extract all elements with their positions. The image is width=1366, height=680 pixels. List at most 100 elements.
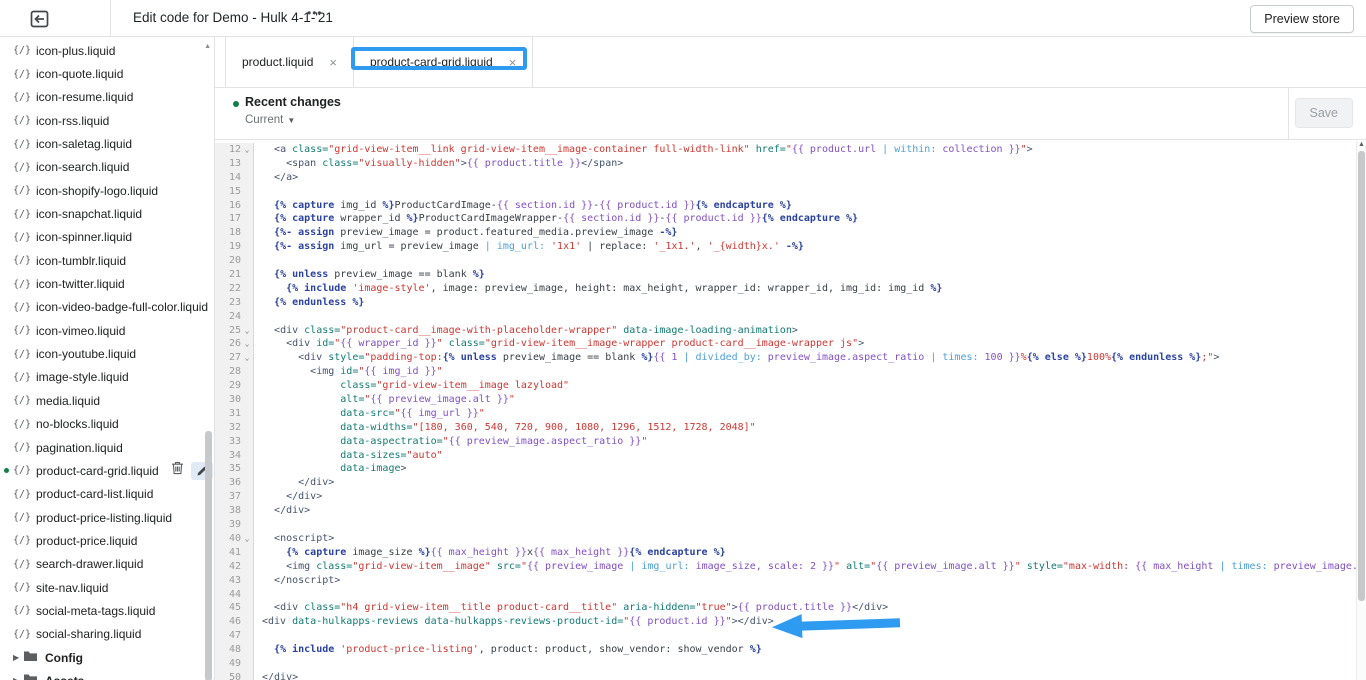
sidebar-folder-config[interactable]: ▶ Config bbox=[0, 646, 214, 669]
code-line[interactable]: 15 bbox=[215, 184, 1366, 199]
code-line[interactable]: 33 data-aspectratio="{{ preview_image.as… bbox=[215, 434, 1366, 449]
sidebar-item-icon-tumblr[interactable]: {/} icon-tumblr.liquid bbox=[0, 249, 214, 272]
sidebar-item-image-style[interactable]: {/} image-style.liquid bbox=[0, 366, 214, 389]
code-line[interactable]: 43 </noscript> bbox=[215, 573, 1366, 588]
line-number: 21 bbox=[215, 268, 241, 282]
code-line[interactable]: 20 bbox=[215, 254, 1366, 269]
code-line[interactable]: 21 {% unless preview_image == blank %} bbox=[215, 268, 1366, 282]
code-line[interactable]: 12 ⌄ <a class="grid-view-item__link grid-… bbox=[215, 143, 1366, 157]
code-line[interactable]: 23 {% endunless %} bbox=[215, 295, 1366, 310]
sidebar-item-product-card-list[interactable]: {/} product-card-list.liquid bbox=[0, 483, 214, 506]
sidebar-item-icon-search[interactable]: {/} icon-search.liquid bbox=[0, 156, 214, 179]
sidebar-item-icon-quote[interactable]: {/} icon-quote.liquid bbox=[0, 62, 214, 85]
code-line[interactable]: 49 bbox=[215, 656, 1366, 671]
code-line[interactable]: 38 </div> bbox=[215, 504, 1366, 519]
code-scrollbar-thumb[interactable] bbox=[1358, 151, 1365, 601]
code-line[interactable]: 44 bbox=[215, 587, 1366, 602]
tab-product-card-grid[interactable]: product-card-grid.liquid × bbox=[352, 37, 534, 87]
code-line[interactable]: 46 <div data-hulkapps-reviews data-hulkap… bbox=[215, 615, 1366, 630]
code-line[interactable]: 45 <div class="h4 grid-view-item__title … bbox=[215, 601, 1366, 616]
sidebar-item-social-sharing[interactable]: {/} social-sharing.liquid bbox=[0, 623, 214, 646]
save-button[interactable]: Save bbox=[1294, 98, 1353, 128]
sidebar-item-icon-shopify-logo[interactable]: {/} icon-shopify-logo.liquid bbox=[0, 179, 214, 202]
sidebar-item-search-drawer[interactable]: {/} search-drawer.liquid bbox=[0, 553, 214, 576]
close-icon[interactable]: × bbox=[329, 55, 337, 70]
code-line[interactable]: 36 </div> bbox=[215, 476, 1366, 491]
folder-name: Config bbox=[45, 650, 83, 665]
fold-arrow-icon[interactable]: ⌄ bbox=[241, 531, 254, 546]
fold-gutter bbox=[241, 518, 254, 532]
code-line[interactable]: 26 ⌄ <div id="{{ wrapper_id }}" class="gr… bbox=[215, 337, 1366, 352]
code-line[interactable]: 18 {%- assign preview_image = product.fe… bbox=[215, 226, 1366, 241]
code-line[interactable]: 32 data-widths="[180, 360, 540, 720, 900… bbox=[215, 420, 1366, 435]
code-line[interactable]: 40 ⌄ <noscript> bbox=[215, 531, 1366, 546]
code-line[interactable]: 27 ⌄ <div style="padding-top:{% unless pr… bbox=[215, 351, 1366, 366]
sidebar-item-product-price-listing[interactable]: {/} product-price-listing.liquid bbox=[0, 506, 214, 529]
fold-arrow-icon[interactable]: ⌄ bbox=[241, 143, 254, 157]
delete-file-icon[interactable] bbox=[171, 461, 184, 480]
more-actions-icon[interactable]: ••• bbox=[307, 6, 323, 20]
code-line[interactable]: 47 bbox=[215, 629, 1366, 644]
sidebar-item-icon-saletag[interactable]: {/} icon-saletag.liquid bbox=[0, 132, 214, 155]
code-line[interactable]: 25 ⌄ <div class="product-card__image-with… bbox=[215, 323, 1366, 338]
sidebar-item-media[interactable]: {/} media.liquid bbox=[0, 389, 214, 412]
fold-gutter bbox=[241, 365, 254, 380]
code-line[interactable]: 16 {% capture img_id %}ProductCardImage-… bbox=[215, 198, 1366, 213]
line-number: 13 bbox=[215, 156, 241, 171]
fold-gutter bbox=[241, 573, 254, 588]
sidebar-item-icon-plus[interactable]: {/} icon-plus.liquid bbox=[0, 39, 214, 62]
close-icon[interactable]: × bbox=[509, 55, 517, 70]
code-line[interactable]: 29 class="grid-view-item__image lazyload… bbox=[215, 379, 1366, 394]
tab-label: product.liquid bbox=[242, 55, 314, 69]
code-line[interactable]: 30 alt="{{ preview_image.alt }}" bbox=[215, 393, 1366, 407]
code-line[interactable]: 39 bbox=[215, 518, 1366, 532]
sidebar-item-icon-snapchat[interactable]: {/} icon-snapchat.liquid bbox=[0, 202, 214, 225]
code-line[interactable]: 41 {% capture image_size %}{{ max_height… bbox=[215, 545, 1366, 560]
fold-arrow-icon[interactable]: ⌄ bbox=[241, 351, 254, 366]
sidebar-item-site-nav[interactable]: {/} site-nav.liquid bbox=[0, 576, 214, 599]
code-line[interactable]: 13 <span class="visually-hidden">{{ prod… bbox=[215, 156, 1366, 171]
code-line[interactable]: 24 bbox=[215, 309, 1366, 324]
code-line[interactable]: 50 </div> bbox=[215, 670, 1366, 680]
sidebar-item-product-card-grid[interactable]: {/} product-card-grid.liquid bbox=[0, 459, 214, 482]
tab-product[interactable]: product.liquid × bbox=[225, 37, 354, 87]
sidebar-item-icon-youtube[interactable]: {/} icon-youtube.liquid bbox=[0, 342, 214, 365]
sidebar-item-no-blocks[interactable]: {/} no-blocks.liquid bbox=[0, 413, 214, 436]
sidebar-folder-assets[interactable]: ▶ Assets bbox=[0, 669, 214, 680]
exit-icon[interactable] bbox=[28, 7, 52, 31]
code-line[interactable]: 17 {% capture wrapper_id %}ProductCardIm… bbox=[215, 212, 1366, 227]
sidebar-scrollbar[interactable] bbox=[205, 431, 212, 680]
code-line[interactable]: 37 </div> bbox=[215, 490, 1366, 505]
code-line[interactable]: 19 {%- assign img_url = preview_image | … bbox=[215, 240, 1366, 255]
sidebar-item-product-price[interactable]: {/} product-price.liquid bbox=[0, 529, 214, 552]
code-line[interactable]: 14 </a> bbox=[215, 170, 1366, 185]
code-line[interactable]: 28 <img id="{{ img_id }}" bbox=[215, 365, 1366, 380]
code-line[interactable]: 22 {% include 'image-style', image: prev… bbox=[215, 281, 1366, 296]
code-line[interactable]: 34 data-sizes="auto" bbox=[215, 448, 1366, 463]
liquid-file-icon: {/} bbox=[13, 255, 32, 267]
code-editor[interactable]: 12 ⌄ <a class="grid-view-item__link grid-… bbox=[215, 141, 1366, 680]
preview-store-button[interactable]: Preview store bbox=[1250, 5, 1354, 33]
code-text: alt="{{ preview_image.alt }}" bbox=[340, 394, 515, 406]
code-line[interactable]: 35 data-image> bbox=[215, 462, 1366, 477]
sidebar-item-icon-rss[interactable]: {/} icon-rss.liquid bbox=[0, 109, 214, 132]
fold-arrow-icon[interactable]: ⌄ bbox=[241, 337, 254, 352]
sidebar-item-icon-spinner[interactable]: {/} icon-spinner.liquid bbox=[0, 226, 214, 249]
sidebar-item-icon-vimeo[interactable]: {/} icon-vimeo.liquid bbox=[0, 319, 214, 342]
code-line[interactable]: 48 {% include 'product-price-listing', p… bbox=[215, 643, 1366, 657]
line-number: 32 bbox=[215, 420, 241, 435]
sidebar-item-icon-twitter[interactable]: {/} icon-twitter.liquid bbox=[0, 272, 214, 295]
fold-gutter bbox=[241, 281, 254, 296]
sidebar-item-icon-resume[interactable]: {/} icon-resume.liquid bbox=[0, 86, 214, 109]
sidebar-item-icon-video-badge-full-color[interactable]: {/} icon-video-badge-full-color.liquid bbox=[0, 296, 214, 319]
code-line[interactable]: 31 data-src="{{ img_url }}" bbox=[215, 406, 1366, 421]
sidebar-scroll-up-icon[interactable]: ▲ bbox=[204, 43, 211, 50]
version-dropdown[interactable]: Current ▼ bbox=[245, 114, 295, 126]
code-line[interactable]: 42 <img class="grid-view-item__image" sr… bbox=[215, 559, 1366, 574]
scroll-up-icon[interactable]: ▲ bbox=[1358, 141, 1365, 148]
sidebar-item-social-meta-tags[interactable]: {/} social-meta-tags.liquid bbox=[0, 599, 214, 622]
code-scrollbar[interactable]: ▲ bbox=[1356, 141, 1366, 680]
fold-arrow-icon[interactable]: ⌄ bbox=[241, 323, 254, 338]
sidebar-item-pagination[interactable]: {/} pagination.liquid bbox=[0, 436, 214, 459]
